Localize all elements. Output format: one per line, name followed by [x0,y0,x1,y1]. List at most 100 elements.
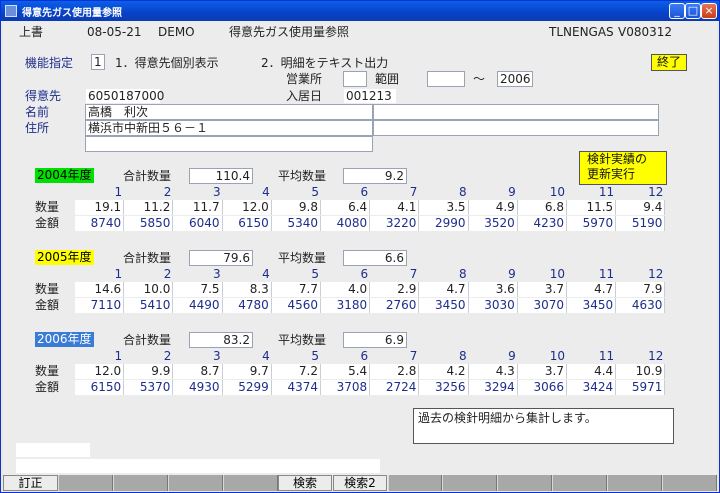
function-key-10-button[interactable] [497,475,553,491]
amount-cell: 8740 [75,216,125,231]
amount-cell: 7110 [75,298,125,313]
year-label: 2004年度 [35,168,94,183]
app-window: 得意先ガス使用量参照 _ □ × 上書 08-05-21 DEMO 得意先ガス使… [0,0,720,493]
amount-cell: 5971 [616,380,666,395]
option-text-export: 2．明細をテキスト出力 [261,56,389,70]
month-header: 5 [311,349,319,363]
close-button[interactable]: × [701,3,717,19]
customer-name-field-2[interactable] [373,104,659,120]
function-key-4-button[interactable] [167,475,223,491]
function-key-7-button[interactable]: 検索2 [332,475,388,491]
program-id: TLNENGAS [549,25,614,39]
amount-cell: 5410 [124,298,174,313]
month-header: 8 [458,185,467,199]
amount-cell: 3294 [468,380,518,395]
range-to-input[interactable]: 2006 [497,71,533,87]
function-key-5-button[interactable] [222,475,278,491]
month-header: 4 [262,349,270,363]
total-qty-label: 合計数量 [123,333,172,347]
amount-cell: 5190 [616,216,666,231]
qty-cell: 7.2 [271,364,321,379]
customer-code-label: 得意先 [25,89,62,103]
option-individual: 1．得意先個別表示 [115,56,219,70]
qty-cell: 4.0 [321,282,371,297]
qty-cell: 4.2 [419,364,469,379]
address-field-2[interactable] [373,120,659,136]
month-header: 8 [458,267,467,281]
month-header: 4 [262,267,270,281]
qty-cell: 5.4 [321,364,371,379]
amount-cell: 5970 [567,216,617,231]
amount-label: 金額 [35,380,60,394]
qty-cell: 12.0 [222,200,272,215]
month-header: 12 [648,185,664,199]
move-in-date-field[interactable]: 001213 [343,88,397,104]
address-field-3[interactable] [85,136,373,152]
qty-cell: 7.7 [271,282,321,297]
maximize-button[interactable]: □ [685,3,701,19]
qty-cell: 4.3 [468,364,518,379]
qty-cell: 4.9 [468,200,518,215]
qty-cell: 11.7 [173,200,223,215]
function-key-13-button[interactable] [662,475,717,491]
qty-cell: 11.5 [567,200,617,215]
month-header: 3 [212,349,221,363]
qty-cell: 2.8 [370,364,420,379]
month-header: 11 [598,349,615,363]
minimize-button[interactable]: _ [669,3,685,19]
month-header: 2 [163,267,172,281]
system-date: 08-05-21 [87,25,142,39]
avg-qty-label: 平均数量 [278,333,327,347]
total-qty-value: 110.4 [189,168,253,184]
range-from-input[interactable] [427,71,465,87]
qty-cell: 4.7 [419,282,469,297]
customer-name-field[interactable]: 高橋 利次 [85,104,373,120]
address-field[interactable]: 横浜市中新田５６－１ [85,120,373,136]
exit-button[interactable]: 終了 [651,54,687,71]
qty-cell: 3.7 [517,364,567,379]
qty-cell: 3.5 [419,200,469,215]
address-label: 住所 [25,121,50,135]
function-key-6-button[interactable]: 検索 [277,475,333,491]
amount-cell: 5299 [222,380,272,395]
month-header: 5 [311,185,319,199]
title-bar[interactable]: 得意先ガス使用量参照 _ □ × [1,1,719,21]
month-header: 3 [212,185,221,199]
amount-cell: 4560 [271,298,321,313]
function-label: 機能指定 [25,56,74,70]
amount-cell: 4374 [271,380,321,395]
amount-cell: 4230 [517,216,567,231]
qty-cell: 6.4 [321,200,371,215]
function-input[interactable]: 1 [91,54,105,70]
month-header: 3 [212,267,221,281]
qty-label: 数量 [35,200,60,214]
qty-cell: 9.9 [124,364,174,379]
month-header: 11 [598,267,615,281]
move-in-label: 入居日 [286,89,323,103]
function-key-2-button[interactable] [57,475,113,491]
function-key-9-button[interactable] [442,475,498,491]
range-label: 範囲 [375,72,400,86]
qty-cell: 4.4 [567,364,617,379]
function-key-1-button[interactable]: 訂正 [3,475,58,491]
function-key-11-button[interactable] [552,475,608,491]
month-header: 7 [409,267,418,281]
office-input[interactable] [343,71,367,87]
amount-cell: 3450 [419,298,469,313]
main-form: 上書 08-05-21 DEMO 得意先ガス使用量参照 TLNENGAS V08… [3,21,717,491]
amount-cell: 3708 [321,380,371,395]
total-qty-label: 合計数量 [123,251,172,265]
month-header: 12 [648,349,664,363]
function-key-12-button[interactable] [607,475,663,491]
customer-code-field[interactable]: 6050187000 [85,88,164,104]
qty-cell: 2.9 [370,282,420,297]
function-key-8-button[interactable] [387,475,443,491]
function-key-3-button[interactable] [112,475,168,491]
avg-qty-value: 9.2 [343,168,407,184]
update-readings-button[interactable]: 検針実績の 更新実行 [579,151,667,185]
qty-cell: 12.0 [75,364,125,379]
amount-cell: 3424 [567,380,617,395]
amount-cell: 2990 [419,216,469,231]
total-qty-value: 79.6 [189,250,253,266]
update-readings-label-1: 検針実績の [587,152,648,166]
